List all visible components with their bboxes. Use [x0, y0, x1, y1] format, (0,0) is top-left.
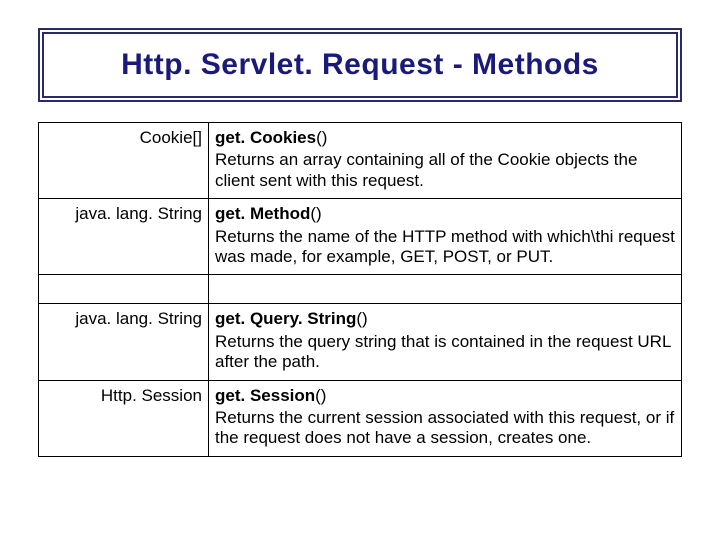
table-row: Http. Session get. Session() Returns the… [39, 380, 682, 456]
page-title: Http. Servlet. Request - Methods [54, 48, 666, 82]
table-row: Cookie[] get. Cookies() Returns an array… [39, 123, 682, 199]
title-box: Http. Servlet. Request - Methods [38, 28, 682, 102]
return-type: java. lang. String [39, 199, 209, 275]
table-row: java. lang. String get. Method() Returns… [39, 199, 682, 275]
method-desc: Returns the name of the HTTP method with… [215, 227, 675, 268]
method-cell: get. Query. String() Returns the query s… [209, 304, 682, 380]
return-type: Cookie[] [39, 123, 209, 199]
method-desc: Returns an array containing all of the C… [215, 150, 675, 191]
method-name: get. Query. String [215, 309, 356, 328]
return-type: java. lang. String [39, 304, 209, 380]
method-desc: Returns the current session associated w… [215, 408, 675, 449]
methods-table: Cookie[] get. Cookies() Returns an array… [38, 122, 682, 457]
method-cell: get. Session() Returns the current sessi… [209, 380, 682, 456]
spacer-row [39, 275, 682, 304]
method-cell: get. Method() Returns the name of the HT… [209, 199, 682, 275]
table-row: java. lang. String get. Query. String() … [39, 304, 682, 380]
method-name: get. Cookies [215, 128, 316, 147]
method-desc: Returns the query string that is contain… [215, 332, 675, 373]
method-name: get. Session [215, 386, 315, 405]
method-cell: get. Cookies() Returns an array containi… [209, 123, 682, 199]
return-type: Http. Session [39, 380, 209, 456]
method-name: get. Method [215, 204, 310, 223]
